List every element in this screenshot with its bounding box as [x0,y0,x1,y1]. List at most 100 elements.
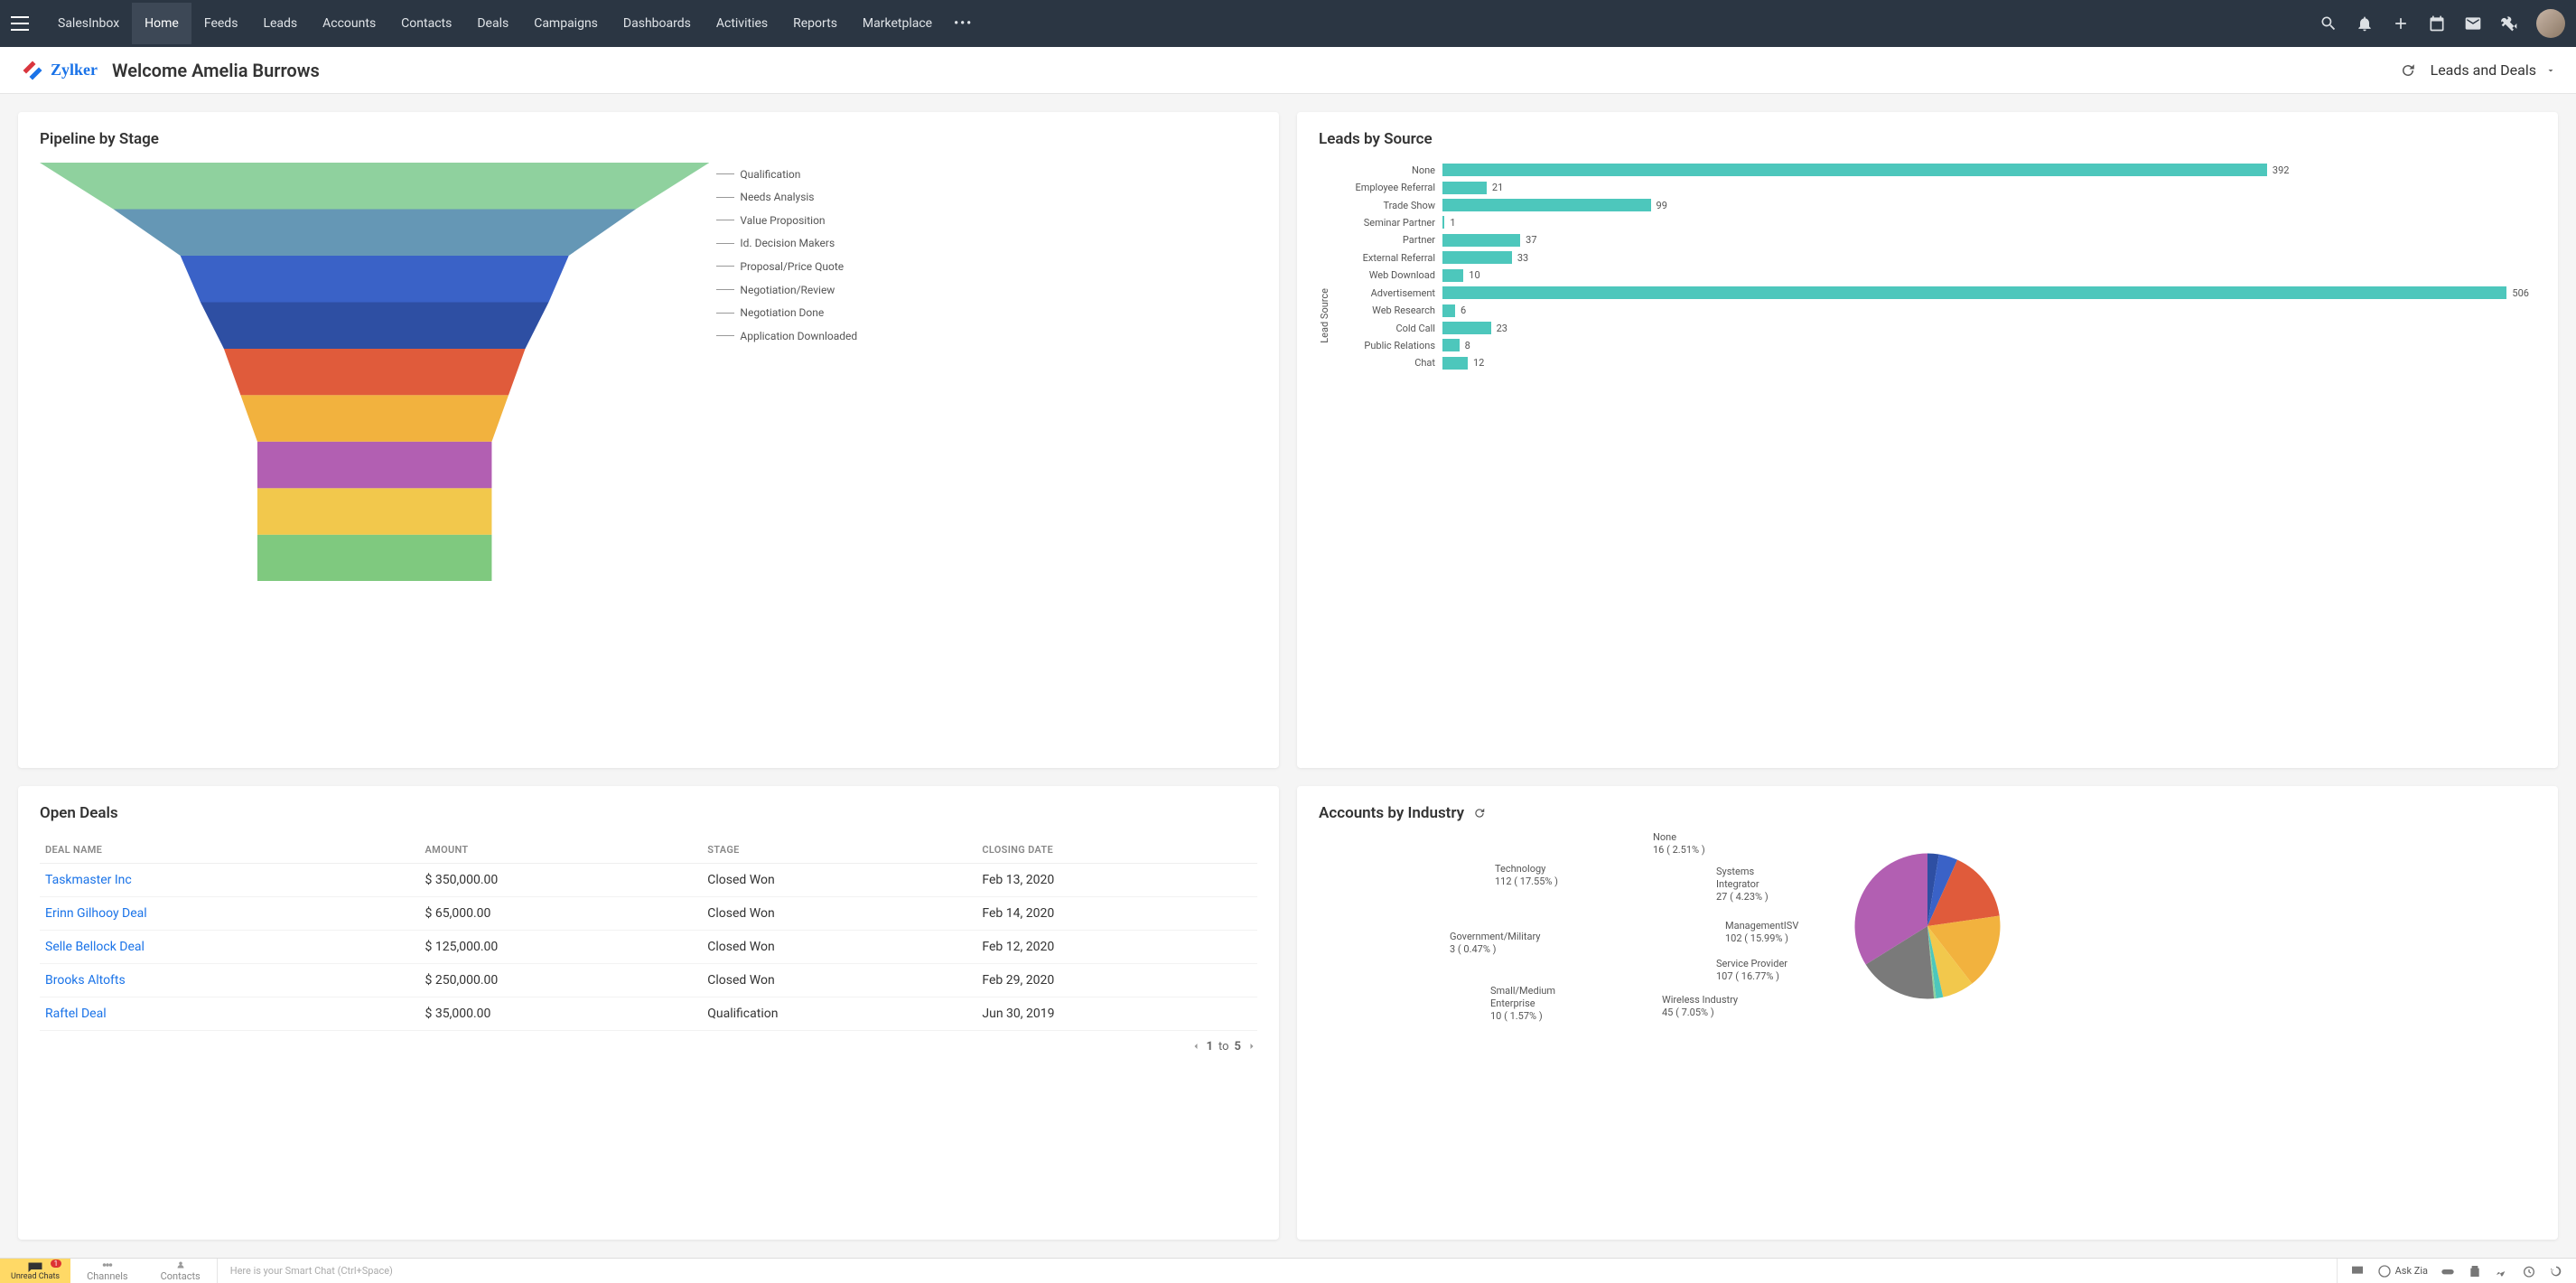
funnel-label: Proposal/Price Quote [716,255,1257,278]
table-row: Selle Bellock Deal$ 125,000.00Closed Won… [40,930,1257,963]
refresh-icon[interactable] [2400,62,2416,79]
tools-icon[interactable] [2500,14,2518,33]
card-pipeline-title: Pipeline by Stage [40,130,1257,148]
deal-link[interactable]: Brooks Altofts [45,973,126,988]
deal-link[interactable]: Erinn Gilhooy Deal [45,906,147,921]
channels-button[interactable]: Channels [70,1260,145,1282]
bar-row[interactable]: Seminar Partner1 [1334,215,2536,229]
bar-row[interactable]: Web Research6 [1334,303,2536,317]
bar-category: Employee Referral [1334,182,1442,193]
bar-value: 506 [2512,287,2529,299]
plus-icon[interactable] [2392,14,2410,33]
table-cell: Feb 29, 2020 [976,963,1257,997]
signature-icon[interactable] [2495,1264,2509,1278]
clipboard-icon[interactable] [2468,1264,2482,1278]
view-dropdown[interactable]: Leads and Deals [2431,61,2556,79]
mail-icon[interactable] [2464,14,2482,33]
nav-item-deals[interactable]: Deals [464,3,521,44]
deal-link[interactable]: Taskmaster Inc [45,873,132,887]
deal-link[interactable]: Selle Bellock Deal [45,940,145,954]
nav-item-campaigns[interactable]: Campaigns [521,3,611,44]
table-cell: $ 35,000.00 [420,997,703,1030]
funnel-segment[interactable] [181,256,569,302]
funnel-segment[interactable] [257,442,491,488]
pie-label: Service Provider107 ( 16.77% ) [1716,958,1787,984]
nav-item-salesinbox[interactable]: SalesInbox [45,3,132,44]
nav-item-leads[interactable]: Leads [250,3,310,44]
bottom-right-tools: Ask Zia [2337,1259,2576,1283]
nav-item-marketplace[interactable]: Marketplace [850,3,945,44]
funnel-segment[interactable] [257,488,491,534]
bar-row[interactable]: Public Relations8 [1334,338,2536,352]
gamepad-icon[interactable] [2441,1264,2455,1278]
card-open-deals-title: Open Deals [40,804,1257,822]
card-leads-source: Leads by Source Lead Source None392Emplo… [1297,112,2558,768]
funnel-segment[interactable] [240,395,509,441]
unread-badge: 1 [51,1260,62,1268]
refresh-icon[interactable] [1473,807,1486,819]
card-open-deals: Open Deals DEAL NAMEAMOUNTSTAGECLOSING D… [18,786,1279,1240]
funnel-segment[interactable] [40,163,709,209]
pager-to: 5 [1235,1040,1241,1054]
smart-chat-input[interactable]: Here is your Smart Chat (Ctrl+Space) [217,1259,2337,1283]
contacts-button[interactable]: Contacts [145,1260,217,1282]
brand[interactable]: Zylker [20,58,98,83]
nav-item-feeds[interactable]: Feeds [191,3,251,44]
bar-category: Public Relations [1334,340,1442,351]
search-icon[interactable] [2319,14,2338,33]
table-cell: Feb 13, 2020 [976,863,1257,896]
funnel-segment[interactable] [257,535,491,581]
nav-item-activities[interactable]: Activities [704,3,780,44]
unread-label: Unread Chats [11,1272,60,1281]
table-row: Raftel Deal$ 35,000.00QualificationJun 3… [40,997,1257,1030]
hamburger-icon[interactable] [11,16,29,31]
table-row: Erinn Gilhooy Deal$ 65,000.00Closed WonF… [40,896,1257,930]
bar-row[interactable]: Partner37 [1334,233,2536,248]
nav-item-reports[interactable]: Reports [780,3,850,44]
pager-prev-icon[interactable] [1190,1041,1201,1052]
bar-value: 33 [1517,252,1528,264]
deal-link[interactable]: Raftel Deal [45,1007,107,1021]
bar-category: None [1334,164,1442,176]
history-icon[interactable] [2549,1264,2563,1278]
clock-icon[interactable] [2522,1264,2536,1278]
nav-item-contacts[interactable]: Contacts [388,3,464,44]
table-cell: $ 350,000.00 [420,863,703,896]
bars-ylabel: Lead Source [1319,288,1330,343]
unread-chats-button[interactable]: 1 Unread Chats [0,1259,70,1283]
bar-row[interactable]: Cold Call23 [1334,321,2536,335]
bar-category: Advertisement [1334,287,1442,299]
bar-row[interactable]: Advertisement 506 [1334,286,2536,300]
calendar-icon[interactable]: 31 [2428,14,2446,33]
bar-category: Trade Show [1334,200,1442,211]
nav-items: SalesInboxHomeFeedsLeadsAccountsContacts… [45,3,945,44]
funnel-segment[interactable] [224,349,526,395]
nav-item-home[interactable]: Home [132,3,191,44]
screen-icon[interactable] [2350,1264,2365,1278]
bar-row[interactable]: None392 [1334,163,2536,177]
bar-row[interactable]: Web Download10 [1334,268,2536,283]
nav-item-dashboards[interactable]: Dashboards [611,3,704,44]
bar-category: Web Research [1334,304,1442,316]
nav-more-icon[interactable]: ••• [945,16,982,31]
ask-zia-button[interactable]: Ask Zia [2377,1264,2428,1278]
svg-text:31: 31 [2433,23,2440,30]
funnel-segment[interactable] [201,302,549,348]
bar-row[interactable]: Chat12 [1334,356,2536,370]
pie-label: Government/Military3 ( 0.47% ) [1450,931,1541,957]
funnel-label: Negotiation Done [716,301,1257,324]
table-cell: Closed Won [702,863,976,896]
bar-row[interactable]: External Referral33 [1334,250,2536,265]
pie-label: ManagementISV102 ( 15.99% ) [1725,920,1798,946]
avatar[interactable] [2536,9,2565,38]
pie-chart [1810,822,2045,1030]
pager-next-icon[interactable] [1246,1041,1257,1052]
bar-row[interactable]: Employee Referral21 [1334,180,2536,194]
nav-item-accounts[interactable]: Accounts [310,3,388,44]
table-header: CLOSING DATE [976,837,1257,864]
table-row: Brooks Altofts$ 250,000.00Closed WonFeb … [40,963,1257,997]
top-nav: SalesInboxHomeFeedsLeadsAccountsContacts… [0,0,2576,47]
bell-icon[interactable] [2356,14,2374,33]
bar-row[interactable]: Trade Show99 [1334,198,2536,212]
funnel-segment[interactable] [114,209,636,255]
